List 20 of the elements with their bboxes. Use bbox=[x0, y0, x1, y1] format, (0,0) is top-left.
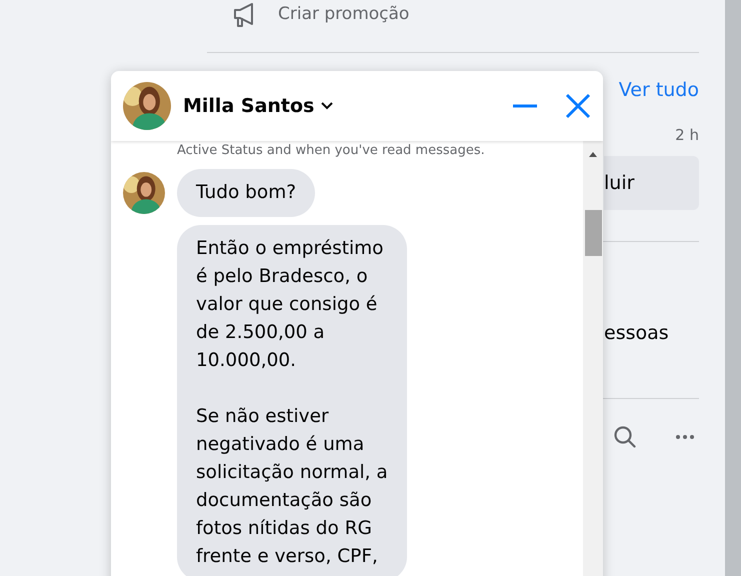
search-icon[interactable] bbox=[613, 425, 637, 449]
message-bubble: Então o empréstimo é pelo Bradesco, o valor que consigo é de 2.500,00 a 10.000,00. Se não estiver negativado é uma solicitação normal, a documentação são fotos nítidas do RG frente e verso, CPF, bbox=[177, 225, 407, 576]
chevron-down-icon bbox=[320, 101, 334, 111]
promo-link[interactable]: Criar promoção bbox=[278, 2, 410, 28]
contact-name[interactable]: Milla Santos bbox=[183, 92, 334, 120]
avatar bbox=[123, 82, 171, 130]
scrollbar-thumb[interactable] bbox=[585, 210, 602, 256]
status-notice: Active Status and when you've read messages. bbox=[176, 142, 486, 160]
close-button[interactable] bbox=[565, 93, 591, 119]
timestamp: 2 h bbox=[675, 126, 699, 144]
scrollbar[interactable] bbox=[583, 141, 603, 576]
message-bubble: Tudo bom? bbox=[177, 169, 316, 217]
see-all-link[interactable]: Ver tudo bbox=[618, 79, 699, 101]
action-button[interactable]: luir bbox=[604, 156, 699, 210]
scrollbar[interactable] bbox=[725, 0, 741, 576]
avatar bbox=[123, 172, 165, 214]
minimize-icon bbox=[513, 104, 537, 108]
minimize-button[interactable] bbox=[513, 104, 537, 108]
close-icon bbox=[565, 93, 591, 119]
text: essoas bbox=[604, 321, 669, 346]
